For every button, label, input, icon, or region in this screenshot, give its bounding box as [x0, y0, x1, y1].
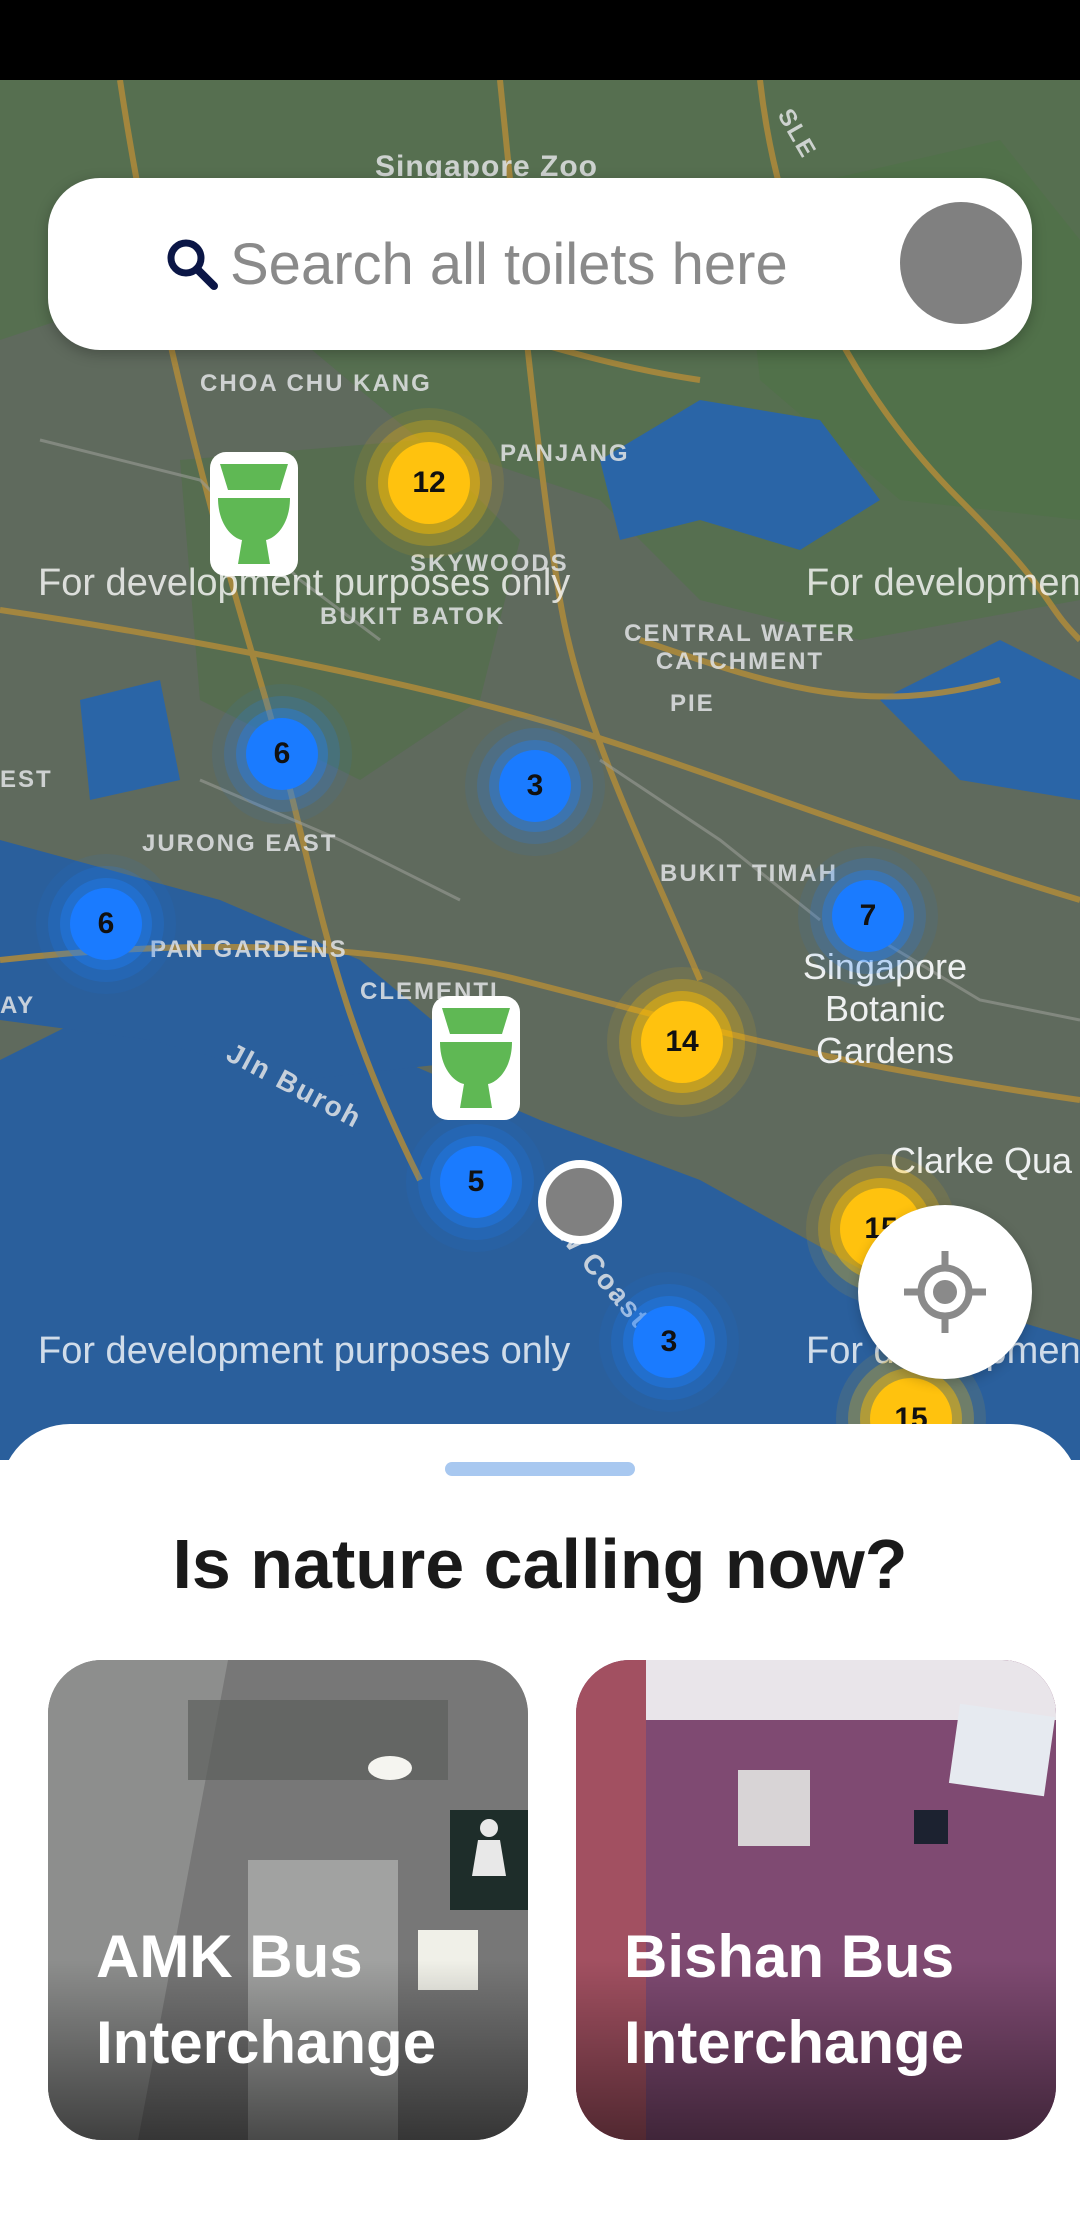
toilet-card[interactable]: Bishan Bus Interchange — [576, 1660, 1056, 2140]
map-watermark: For development purposes only — [38, 562, 571, 604]
toilet-marker[interactable] — [210, 452, 298, 576]
toilet-cluster[interactable]: 12 — [388, 442, 470, 524]
sheet-drag-handle[interactable] — [445, 1462, 635, 1476]
toilet-card-name: AMK Bus Interchange — [96, 1923, 437, 2076]
map-watermark: For development purposes only — [38, 1330, 571, 1372]
toilet-icon — [432, 996, 520, 1120]
sheet-title: Is nature calling now? — [172, 1525, 908, 1603]
map-watermark: For development purposes only — [806, 562, 1080, 604]
toilet-icon — [210, 452, 298, 576]
map-label-ay: AY — [0, 992, 36, 1019]
map-label-choa-chu-kang: CHOA CHU KANG — [200, 370, 432, 397]
map-label-clarke-quay: Clarke Qua — [890, 1140, 1073, 1181]
toilet-cluster[interactable]: 6 — [70, 888, 142, 960]
toilet-marker[interactable] — [432, 996, 520, 1120]
map-label-jurong-east: JURONG EAST — [142, 830, 338, 857]
map-label-pan-gardens: PAN GARDENS — [150, 936, 348, 963]
toilet-cluster[interactable]: 14 — [641, 1001, 723, 1083]
my-location-button[interactable] — [858, 1205, 1032, 1379]
map-label-panjang: PANJANG — [500, 440, 630, 467]
toilet-cluster[interactable]: 6 — [246, 718, 318, 790]
map-label-pie: PIE — [670, 690, 715, 717]
map-label-central-water: CENTRAL WATER CATCHMENT — [624, 620, 856, 675]
current-location-dot — [538, 1160, 622, 1244]
map-label-bukit-timah: BUKIT TIMAH — [660, 860, 838, 887]
map-label-bukit-batok: BUKIT BATOK — [320, 603, 506, 630]
avatar[interactable] — [900, 202, 1022, 324]
search-bar[interactable] — [48, 178, 1032, 350]
toilet-cluster[interactable]: 3 — [633, 1306, 705, 1378]
toilet-cluster[interactable]: 7 — [832, 880, 904, 952]
map-label-botanic-gardens: Singapore Botanic Gardens — [802, 946, 968, 1071]
search-icon — [167, 239, 218, 290]
toilet-cluster[interactable]: 5 — [440, 1146, 512, 1218]
bottom-sheet[interactable]: Is nature calling now? AMK Bus Interchan… — [0, 1424, 1080, 2240]
toilet-cluster[interactable]: 3 — [499, 750, 571, 822]
status-bar — [0, 0, 1080, 80]
toilet-card[interactable]: AMK Bus Interchange — [48, 1660, 528, 2140]
map-label-est: EST — [0, 766, 53, 793]
search-input[interactable] — [228, 218, 822, 310]
crosshair-icon — [904, 1251, 986, 1333]
toilet-card-name: Bishan Bus Interchange — [624, 1923, 965, 2076]
